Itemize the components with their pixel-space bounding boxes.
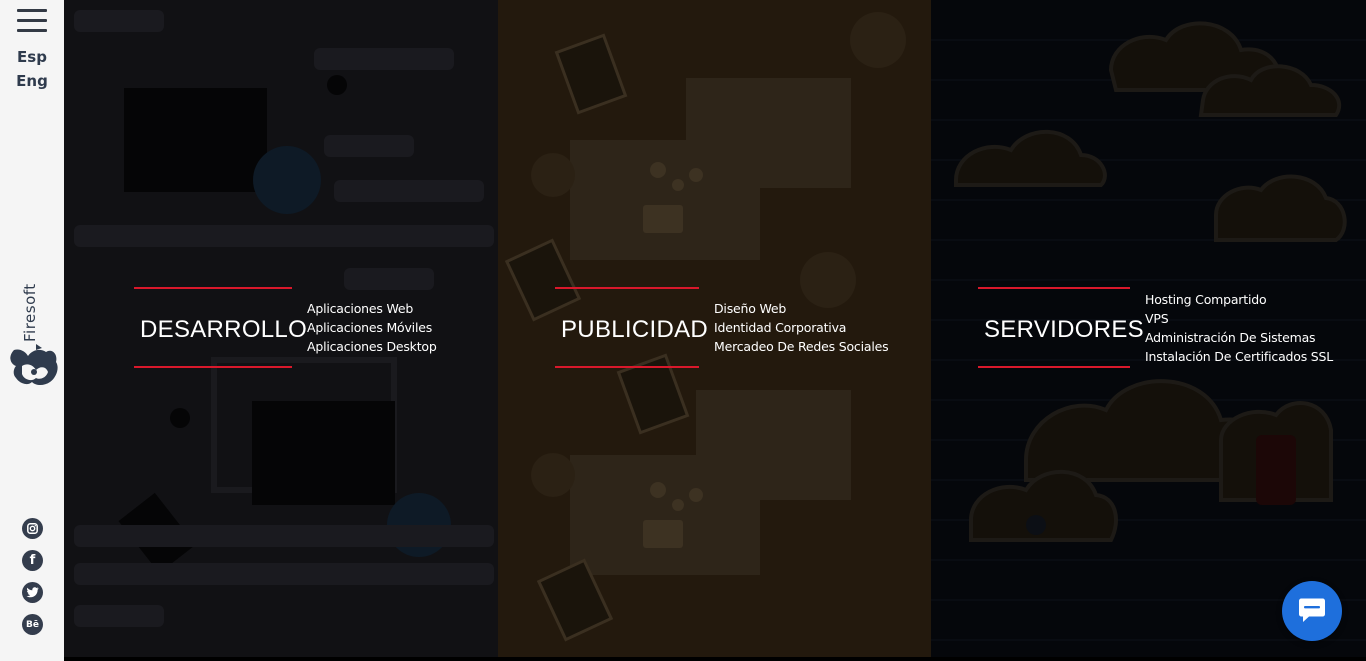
menu-icon[interactable]	[17, 9, 47, 33]
service-title[interactable]: SERVIDORES	[984, 316, 1144, 344]
service-title[interactable]: PUBLICIDAD	[561, 316, 708, 344]
service-list: Diseño Web Identidad Corporativa Mercade…	[714, 299, 889, 356]
service-item[interactable]: Aplicaciones Web	[307, 299, 437, 318]
service-item[interactable]: Aplicaciones Móviles	[307, 318, 437, 337]
service-title[interactable]: DESARROLLO	[140, 316, 307, 344]
panel-servidores[interactable]: SERVIDORES Hosting Compartido VPS Admini…	[931, 0, 1366, 657]
accent-line-bottom	[134, 366, 292, 368]
service-item[interactable]: Aplicaciones Desktop	[307, 337, 437, 356]
firesoft-logo-icon[interactable]	[6, 278, 60, 388]
sidebar: Esp Eng Firesoft f Bē	[0, 0, 64, 661]
service-item[interactable]: VPS	[1145, 309, 1333, 328]
accent-line-top	[134, 287, 292, 289]
chat-bubble-icon	[1299, 598, 1325, 622]
language-spanish-link[interactable]: Esp	[0, 48, 64, 66]
instagram-icon[interactable]	[22, 518, 43, 539]
service-item[interactable]: Administración De Sistemas	[1145, 328, 1333, 347]
service-list: Aplicaciones Web Aplicaciones Móviles Ap…	[307, 299, 437, 356]
panel-publicidad[interactable]: PUBLICIDAD Diseño Web Identidad Corporat…	[498, 0, 931, 657]
facebook-icon[interactable]: f	[22, 550, 43, 571]
service-item[interactable]: Hosting Compartido	[1145, 290, 1333, 309]
accent-line-bottom	[555, 366, 699, 368]
service-item[interactable]: Identidad Corporativa	[714, 318, 888, 337]
service-item[interactable]: Mercadeo De Redes Sociales	[714, 337, 889, 356]
bottom-bar	[64, 657, 1366, 661]
panel-desarrollo[interactable]: DESARROLLO Aplicaciones Web Aplicaciones…	[64, 0, 498, 657]
accent-line-bottom	[978, 366, 1130, 368]
service-item[interactable]: Instalación De Certificados SSL	[1145, 347, 1333, 366]
service-item[interactable]: Diseño Web	[714, 299, 888, 318]
language-english-link[interactable]: Eng	[0, 72, 64, 90]
behance-icon[interactable]: Bē	[22, 614, 43, 635]
service-list: Hosting Compartido VPS Administración De…	[1145, 290, 1333, 366]
accent-line-top	[555, 287, 699, 289]
chat-button[interactable]	[1282, 581, 1342, 641]
twitter-icon[interactable]	[22, 582, 43, 603]
accent-line-top	[978, 287, 1130, 289]
